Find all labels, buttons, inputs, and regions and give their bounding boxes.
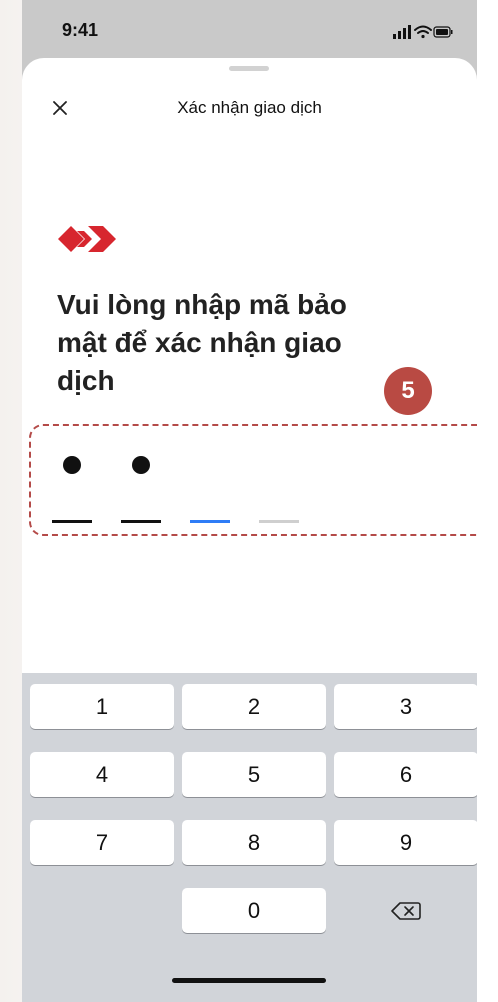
- pin-underline: [52, 520, 92, 523]
- keypad-key-0[interactable]: 0: [182, 888, 326, 933]
- keypad-key-7[interactable]: 7: [30, 820, 174, 865]
- sheet-title: Xác nhận giao dịch: [177, 98, 322, 117]
- phone-screen: 9:41 Xác nhận giao dịch Vui lòng nhập mã…: [22, 0, 477, 1002]
- keypad-key-2[interactable]: 2: [182, 684, 326, 729]
- keypad-key-4[interactable]: 4: [30, 752, 174, 797]
- keypad-key-9[interactable]: 9: [334, 820, 477, 865]
- keypad-key-5[interactable]: 5: [182, 752, 326, 797]
- keypad-key-8[interactable]: 8: [182, 820, 326, 865]
- pin-dot: [63, 456, 81, 474]
- backspace-icon: [391, 901, 421, 920]
- pin-slot-3: [190, 456, 230, 526]
- numeric-keypad: 123 456 7890: [22, 673, 477, 1002]
- status-icons: [393, 25, 453, 39]
- sheet-grabber[interactable]: [229, 66, 269, 71]
- battery-icon: [433, 26, 453, 38]
- step-badge: 5: [384, 367, 432, 415]
- transaction-confirm-sheet: Xác nhận giao dịch Vui lòng nhập mã bảo …: [22, 58, 477, 1002]
- status-bar: 9:41: [22, 0, 477, 60]
- status-time: 9:41: [62, 20, 99, 40]
- pin-highlight-box: [29, 424, 477, 536]
- wifi-icon: [414, 25, 432, 39]
- backspace-key[interactable]: [334, 888, 477, 933]
- pin-slot-4: [259, 456, 299, 526]
- pin-dot: [132, 456, 150, 474]
- pin-underline: [259, 520, 299, 523]
- keypad-empty-key: [30, 888, 174, 933]
- signal-icon: [393, 25, 411, 39]
- home-indicator: [172, 978, 326, 983]
- keypad-key-3[interactable]: 3: [334, 684, 477, 729]
- instruction-heading: Vui lòng nhập mã bảo mật để xác nhận gia…: [57, 289, 347, 396]
- pin-slot-2: [121, 456, 161, 526]
- keypad-key-1[interactable]: 1: [30, 684, 174, 729]
- pin-underline: [190, 520, 230, 523]
- keypad-key-6[interactable]: 6: [334, 752, 477, 797]
- pin-slot-1: [52, 456, 92, 526]
- brand-logo-icon: [58, 226, 116, 252]
- pin-underline: [121, 520, 161, 523]
